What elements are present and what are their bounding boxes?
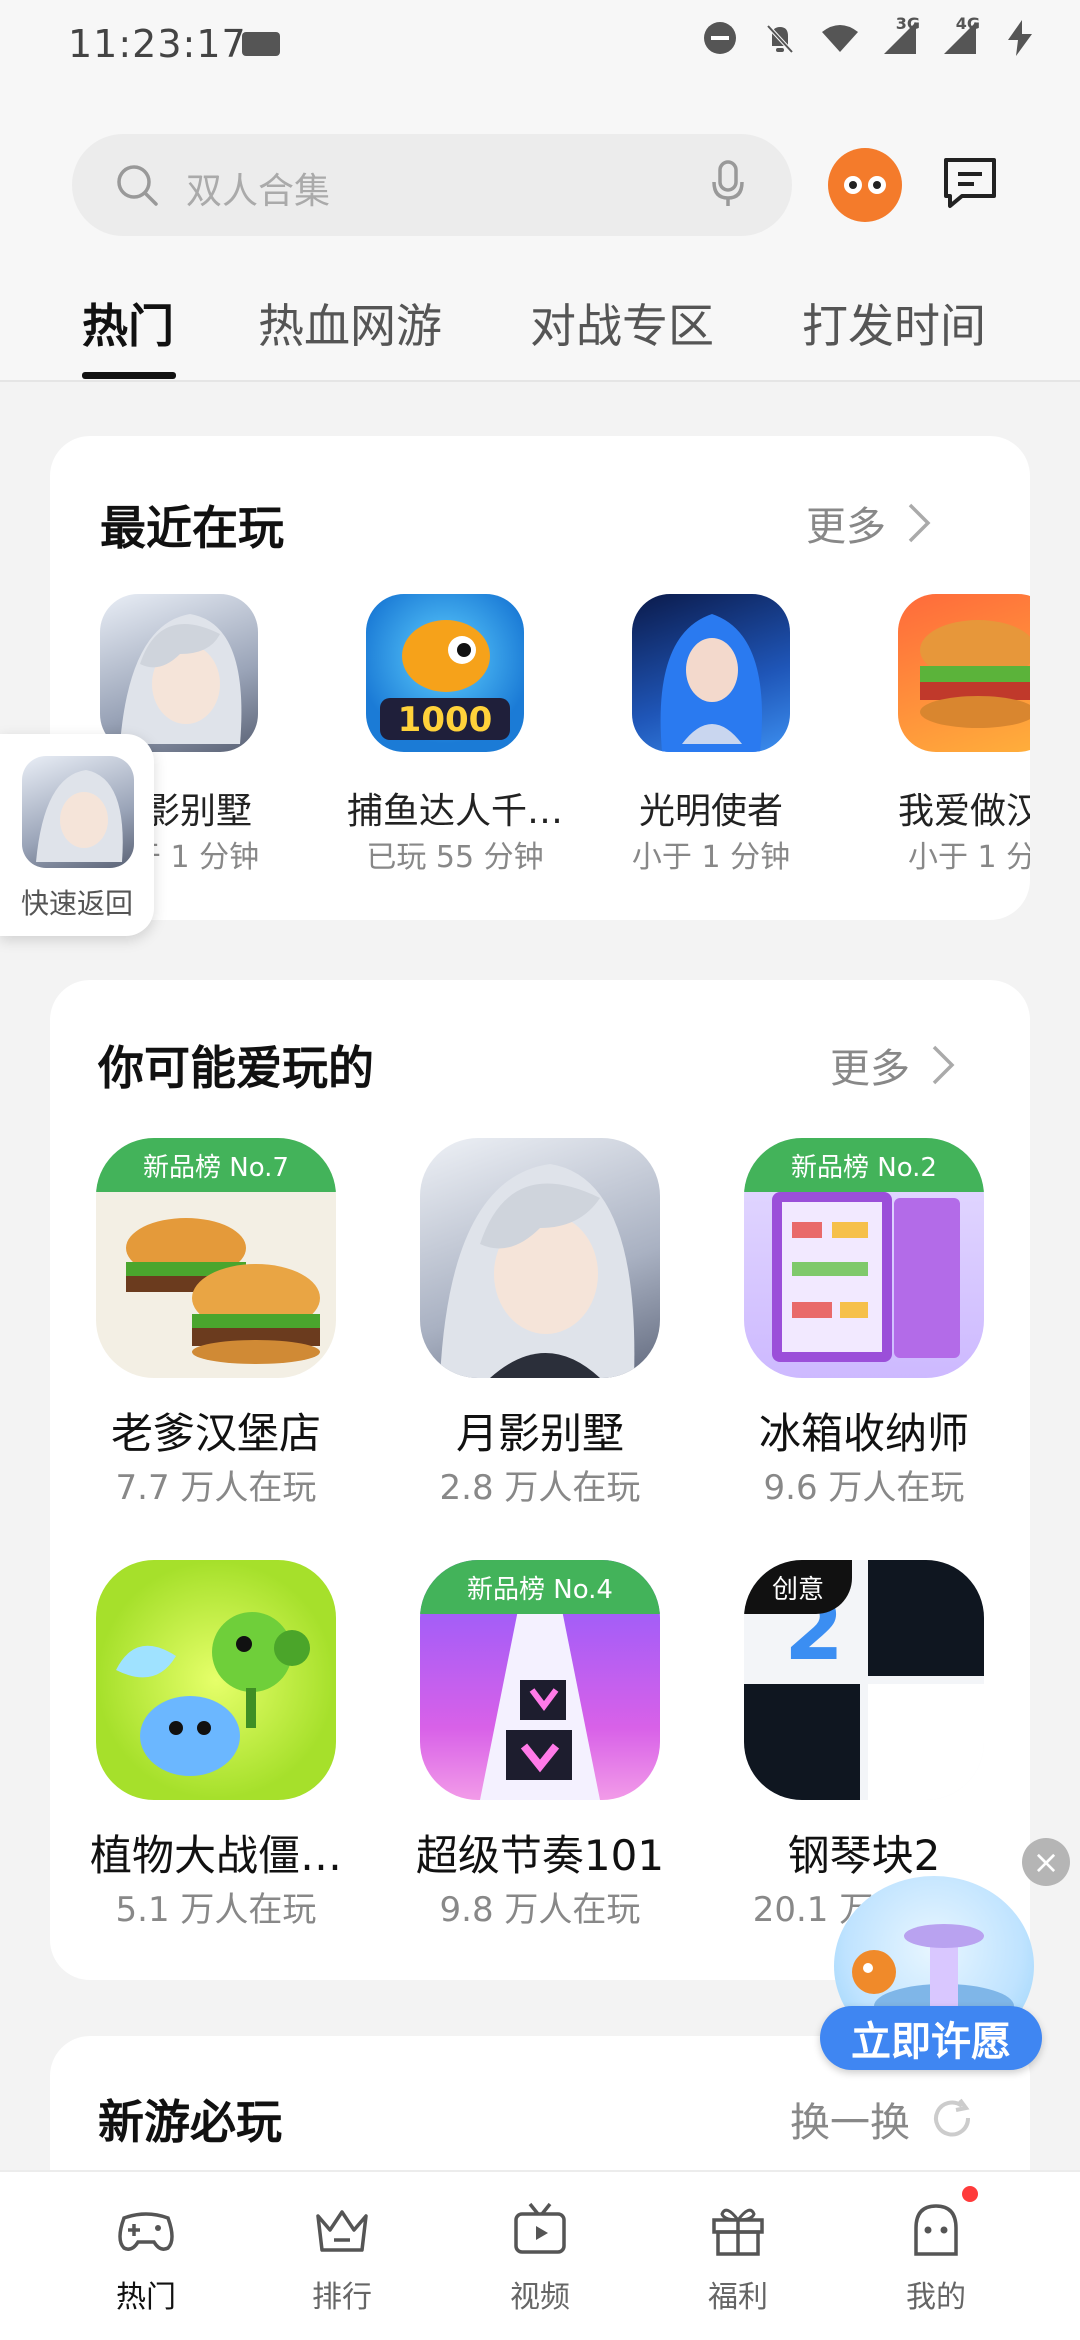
- signal-4g-label: 4G: [955, 14, 980, 33]
- top-header: 11:23:17 3G 4G 双人合集 热门 热血网游 对战专区 打发时间: [0, 0, 1080, 382]
- chevron-right-icon: [908, 503, 931, 543]
- tab-online-games[interactable]: 热血网游: [258, 290, 442, 356]
- recent-title: 最近在玩: [100, 501, 284, 555]
- new-games-title: 新游必玩: [98, 2095, 282, 2149]
- rank-badge: 新品榜 No.2: [744, 1138, 984, 1192]
- signal-3g-label: 3G: [895, 14, 920, 33]
- category-tabs: 热门 热血网游 对战专区 打发时间: [0, 280, 1080, 380]
- game-icon-super-rhythm[interactable]: 新品榜 No.4: [420, 1560, 660, 1800]
- recent-more-link[interactable]: 更多: [806, 494, 932, 552]
- wifi-icon: [820, 18, 860, 58]
- game-name-2: 月影别墅: [455, 1409, 624, 1458]
- microphone-icon[interactable]: [708, 158, 748, 210]
- recent-sub-3: 小于 1 分钟: [631, 840, 791, 875]
- tab-indicator: [82, 372, 176, 379]
- tab-battle[interactable]: 对战专区: [530, 290, 714, 356]
- gamepad-icon: [118, 2212, 174, 2251]
- game-icon-piano-tiles-2[interactable]: 2 创意: [744, 1560, 984, 1800]
- game-players-4: 5.1 万人在玩: [115, 1890, 317, 1930]
- rank-badge: 新品榜 No.4: [420, 1560, 660, 1614]
- game-icon-plants-vs-zombies[interactable]: [96, 1560, 336, 1800]
- game-name-1: 老爹汉堡店: [110, 1409, 321, 1458]
- recommend-more-link[interactable]: 更多: [830, 1036, 956, 1094]
- game-icon-light-envoy[interactable]: [632, 594, 790, 752]
- recent-more-label: 更多: [806, 504, 886, 550]
- search-icon: [117, 165, 158, 206]
- nav-rank[interactable]: 排行: [272, 2198, 412, 2316]
- game-name-5: 超级节奏101: [415, 1831, 665, 1880]
- tab-hot[interactable]: 热门: [82, 290, 174, 356]
- game-name-3: 冰箱收纳师: [758, 1409, 969, 1458]
- recent-card: 最近在玩 更多 月影别墅 小于 1 分钟 1000 捕鱼达人千… 已玩 55 分…: [50, 436, 1030, 920]
- refresh-link[interactable]: 换一换: [790, 2090, 976, 2148]
- quick-return-game-icon: [22, 756, 134, 868]
- profile-ghost-icon: [914, 2204, 958, 2256]
- game-icon-papa-burger[interactable]: 新品榜 No.7: [96, 1138, 336, 1378]
- nav-label-mine: 我的: [906, 2280, 966, 2315]
- quick-return-label: 快速返回: [20, 887, 133, 920]
- nav-welfare[interactable]: 福利: [668, 2198, 808, 2316]
- gamepad-status-icon: [242, 32, 280, 56]
- dnd-icon: [700, 18, 740, 58]
- game-icon-fishing[interactable]: 1000: [366, 594, 524, 752]
- recent-name-3: 光明使者: [638, 791, 783, 832]
- notification-dot: [962, 2186, 978, 2202]
- recent-name-4: 我爱做汉堡: [898, 791, 1030, 832]
- recommend-title: 你可能爱玩的: [98, 1041, 374, 1095]
- tv-play-icon: [514, 2202, 566, 2254]
- wish-button[interactable]: 立即许愿: [820, 2006, 1042, 2070]
- fishing-icon-label: 1000: [397, 700, 493, 740]
- nav-label-video: 视频: [510, 2280, 570, 2315]
- recommend-card: 你可能爱玩的 更多 新品榜 No.7 老爹汉堡店 7.7 万人在玩 月影别墅 2…: [50, 980, 1030, 1980]
- nav-hot[interactable]: 热门: [76, 2198, 216, 2316]
- gift-icon: [712, 2208, 764, 2256]
- recent-sub-4: 小于 1 分钟: [908, 840, 1030, 875]
- user-avatar[interactable]: [828, 148, 902, 222]
- game-players-3: 9.6 万人在玩: [763, 1468, 965, 1508]
- chevron-right-icon: [932, 1045, 955, 1085]
- status-icons: 3G 4G: [700, 14, 1040, 58]
- game-icon-fridge-organizer[interactable]: 新品榜 No.2: [744, 1138, 984, 1378]
- game-icon-moon-villa[interactable]: [420, 1138, 660, 1378]
- status-time: 11:23:17: [68, 22, 247, 66]
- bottom-nav: 热门 排行 视频 福利 我的: [0, 2170, 1080, 2340]
- crown-icon: [316, 2210, 368, 2252]
- refresh-icon: [934, 2098, 971, 2137]
- rank-badge: 新品榜 No.7: [96, 1138, 336, 1192]
- status-bar: 11:23:17 3G 4G: [0, 0, 1080, 92]
- creative-badge: 创意: [744, 1560, 852, 1614]
- recent-sub-2: 已玩 55 分钟: [366, 840, 544, 875]
- search-bar[interactable]: 双人合集: [72, 134, 792, 236]
- game-name-4: 植物大战僵…: [89, 1831, 342, 1880]
- game-icon-burger-maker[interactable]: [898, 594, 1030, 752]
- game-icon-moon-villa[interactable]: [100, 594, 258, 752]
- charging-icon: [1000, 18, 1040, 58]
- game-players-2: 2.8 万人在玩: [439, 1468, 641, 1508]
- refresh-label: 换一换: [790, 2100, 910, 2146]
- game-players-1: 7.7 万人在玩: [115, 1468, 317, 1508]
- nav-mine[interactable]: 我的: [866, 2198, 1006, 2316]
- nav-label-welfare: 福利: [708, 2280, 768, 2315]
- signal-4g-icon: 4G: [940, 14, 980, 58]
- mute-bell-icon: [760, 18, 800, 58]
- nav-label-rank: 排行: [312, 2280, 372, 2315]
- nav-video[interactable]: 视频: [470, 2198, 610, 2316]
- quick-return-float[interactable]: 快速返回: [0, 734, 154, 936]
- wish-float[interactable]: 立即许愿: [820, 1870, 1050, 2080]
- nav-label-hot: 热门: [116, 2280, 176, 2315]
- search-placeholder: 双人合集: [186, 171, 331, 212]
- recommend-more-label: 更多: [830, 1046, 910, 1092]
- recent-name-2: 捕鱼达人千…: [346, 791, 563, 832]
- tab-pastime[interactable]: 打发时间: [802, 290, 986, 356]
- signal-3g-icon: 3G: [880, 14, 920, 58]
- game-players-5: 9.8 万人在玩: [439, 1890, 641, 1930]
- message-icon[interactable]: [940, 152, 1000, 212]
